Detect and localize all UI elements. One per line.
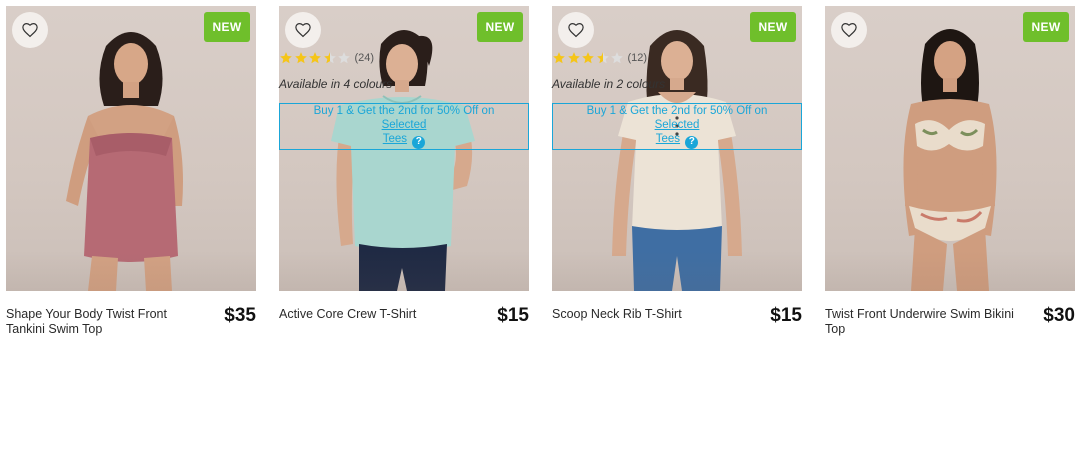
promo-link[interactable]: Tees (383, 133, 407, 145)
star-icon (611, 52, 623, 64)
product-price: $15 (770, 305, 802, 326)
star-icon (567, 52, 580, 64)
product-image[interactable]: NEW (6, 6, 256, 291)
star-icon (294, 52, 307, 64)
floor-shadow (825, 251, 1075, 291)
stars (552, 51, 625, 65)
product-grid: NEW Shape Your Body Twist Front Tankini … (0, 0, 1080, 451)
heart-outline-icon (841, 23, 857, 38)
favorite-button[interactable] (831, 12, 867, 48)
product-card[interactable]: NEW Shape Your Body Twist Front Tankini … (6, 6, 256, 345)
promo-link[interactable]: Tees (656, 133, 680, 145)
promo-box[interactable]: Buy 1 & Get the 2nd for 50% Off on Selec… (552, 103, 802, 150)
heart-outline-icon (295, 23, 311, 38)
new-badge: NEW (204, 12, 250, 42)
star-icon (553, 52, 565, 64)
product-price: $15 (497, 305, 529, 326)
question-circle-icon[interactable]: ? (412, 135, 426, 149)
star-rating[interactable]: (12) (552, 50, 647, 66)
promo-text: Buy 1 & Get the 2nd for 50% Off on Selec… (586, 105, 768, 149)
star-icon (280, 52, 292, 64)
product-card[interactable]: NEW Active Core Crew T-Shirt $15 (24) Av… (279, 6, 529, 345)
product-name[interactable]: Shape Your Body Twist Front Tankini Swim… (6, 307, 206, 337)
star-icon (338, 52, 350, 64)
model-photo (903, 29, 997, 291)
new-badge: NEW (477, 12, 523, 42)
favorite-button[interactable] (558, 12, 594, 48)
stars (279, 51, 352, 65)
product-price: $35 (224, 305, 256, 326)
star-icon (309, 52, 321, 64)
promo-link[interactable]: Selected (382, 119, 427, 131)
product-name[interactable]: Scoop Neck Rib T-Shirt (552, 307, 752, 322)
new-badge: NEW (1023, 12, 1069, 42)
heart-outline-icon (568, 23, 584, 38)
review-count[interactable]: (12) (628, 52, 648, 64)
floor-shadow (552, 251, 802, 291)
heart-outline-icon (22, 23, 38, 38)
promo-text: Buy 1 & Get the 2nd for 50% Off on Selec… (313, 105, 495, 149)
question-circle-icon[interactable]: ? (685, 135, 699, 149)
favorite-button[interactable] (285, 12, 321, 48)
model-photo (66, 32, 183, 291)
availability-text: Available in 4 colours (279, 77, 393, 91)
product-image[interactable]: NEW (825, 6, 1075, 291)
new-badge: NEW (750, 12, 796, 42)
floor-shadow (6, 251, 256, 291)
product-price: $30 (1043, 305, 1075, 326)
promo-box[interactable]: Buy 1 & Get the 2nd for 50% Off on Selec… (279, 103, 529, 150)
star-icon (323, 52, 336, 64)
favorite-button[interactable] (12, 12, 48, 48)
star-rating[interactable]: (24) (279, 50, 374, 66)
review-count[interactable]: (24) (355, 52, 375, 64)
star-icon (596, 52, 609, 64)
product-name[interactable]: Twist Front Underwire Swim Bikini Top (825, 307, 1025, 337)
star-icon (582, 52, 594, 64)
floor-shadow (279, 251, 529, 291)
product-name[interactable]: Active Core Crew T-Shirt (279, 307, 479, 322)
product-card[interactable]: NEW Scoop Neck Rib T-Shirt $15 (12) Avai… (552, 6, 802, 345)
promo-link[interactable]: Selected (655, 119, 700, 131)
availability-text: Available in 2 colours (552, 77, 666, 91)
product-card[interactable]: NEW Twist Front Underwire Swim Bikini To… (825, 6, 1075, 345)
